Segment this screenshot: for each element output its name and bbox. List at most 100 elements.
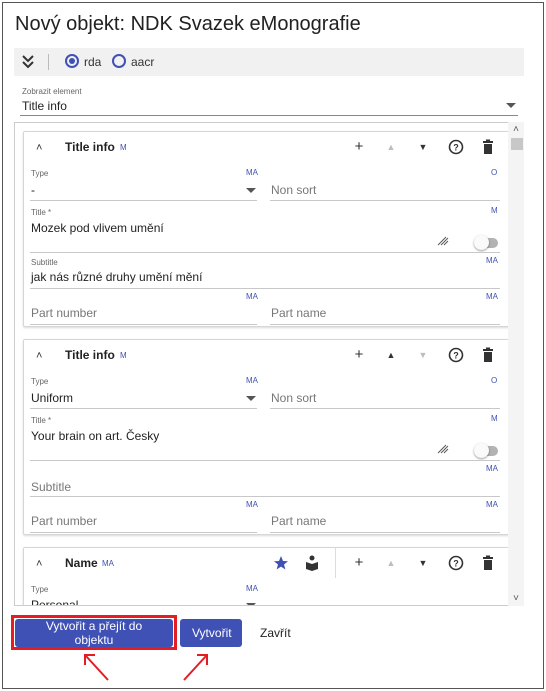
part-number-badge: MA <box>246 500 258 509</box>
title-textarea[interactable]: Mozek pod vlivem umění <box>31 221 164 235</box>
element-select-label: Zobrazit element <box>22 87 82 96</box>
type-badge: MA <box>246 168 258 177</box>
title-toggle[interactable] <box>474 235 498 250</box>
add-icon[interactable]: + <box>351 554 367 572</box>
close-button[interactable]: Zavřít <box>260 626 291 640</box>
type-badge: MA <box>246 376 258 385</box>
title-badge: M <box>491 206 498 215</box>
vertical-scrollbar[interactable]: ˄ ˅ <box>508 122 524 606</box>
type-underline <box>30 408 257 409</box>
card-badge: MA <box>102 559 114 568</box>
type-label: Type <box>31 377 49 386</box>
card-title-info-2: ˄ Title info M + ▲ ▼ ? Type MA Uniform O… <box>23 339 519 535</box>
chevron-up-icon[interactable]: ˄ <box>36 350 42 362</box>
svg-text:?: ? <box>453 143 459 153</box>
type-label: Type <box>31 585 49 594</box>
part-number-badge: MA <box>246 292 258 301</box>
resize-handle-icon[interactable] <box>437 236 449 246</box>
radio-aacr[interactable] <box>112 54 126 68</box>
non-sort-input[interactable]: Non sort <box>271 391 316 405</box>
scroll-thumb[interactable] <box>511 138 523 150</box>
help-icon[interactable]: ? <box>448 554 464 572</box>
type-underline <box>30 200 257 201</box>
subtitle-input[interactable]: jak nás různé druhy umění mění <box>31 270 202 284</box>
move-down-icon[interactable]: ▼ <box>415 138 431 156</box>
help-icon[interactable]: ? <box>448 138 464 156</box>
part-number-input[interactable]: Part number <box>31 306 97 320</box>
add-icon[interactable]: + <box>351 138 367 156</box>
title-toggle[interactable] <box>474 443 498 458</box>
reader-icon[interactable] <box>304 554 320 572</box>
title-textarea[interactable]: Your brain on art. Česky <box>31 429 159 443</box>
header-divider <box>335 548 336 578</box>
type-select[interactable]: - <box>31 183 35 197</box>
delete-icon[interactable] <box>480 346 496 364</box>
create-button[interactable]: Vytvořit <box>180 619 242 647</box>
card-name: ˄ Name MA + ▲ ▼ ? Type MA Personal <box>23 547 519 605</box>
part-name-input[interactable]: Part name <box>271 306 326 320</box>
delete-icon[interactable] <box>480 554 496 572</box>
radio-rda-label[interactable]: rda <box>84 55 101 69</box>
part-number-input[interactable]: Part number <box>31 514 97 528</box>
part-name-input[interactable]: Part name <box>271 514 326 528</box>
chevron-up-icon[interactable]: ˄ <box>36 142 42 154</box>
part-number-underline <box>30 532 257 533</box>
annotation-arrow-left <box>84 654 109 681</box>
subtitle-input[interactable]: Subtitle <box>31 480 71 494</box>
element-select[interactable]: Title info <box>22 99 67 113</box>
radio-rda[interactable] <box>65 54 79 68</box>
chevron-down-icon[interactable] <box>246 188 256 193</box>
help-icon[interactable]: ? <box>448 346 464 364</box>
card-title: Title info <box>65 348 115 362</box>
title-label: Title * <box>31 416 52 425</box>
scroll-up-icon[interactable]: ˄ <box>511 125 521 135</box>
element-select-underline <box>20 115 518 116</box>
card-badge: M <box>120 143 127 152</box>
non-sort-badge: O <box>491 376 498 385</box>
type-select[interactable]: Personal <box>31 598 78 605</box>
type-badge: MA <box>246 584 258 593</box>
chevron-down-icon[interactable] <box>246 396 256 401</box>
card-title: Title info <box>65 140 115 154</box>
chevron-down-icon[interactable] <box>506 103 516 108</box>
part-number-underline <box>30 324 257 325</box>
subtitle-badge: MA <box>486 464 498 473</box>
title-label: Title * <box>31 208 52 217</box>
radio-aacr-label[interactable]: aacr <box>131 55 154 69</box>
card-badge: M <box>120 351 127 360</box>
part-name-badge: MA <box>486 500 498 509</box>
part-name-badge: MA <box>486 292 498 301</box>
toolbar: rda aacr <box>14 48 524 76</box>
move-down-icon[interactable]: ▼ <box>415 554 431 572</box>
title-underline <box>30 252 500 253</box>
expand-all-icon[interactable] <box>20 53 36 71</box>
type-label: Type <box>31 169 49 178</box>
subtitle-label: Subtitle <box>31 258 58 267</box>
delete-icon[interactable] <box>480 138 496 156</box>
card-title: Name <box>65 556 98 570</box>
non-sort-underline <box>270 200 500 201</box>
non-sort-badge: O <box>491 168 498 177</box>
form-scroll-area[interactable]: ˄ Title info M + ▲ ▼ ? Type MA - O Non s… <box>14 122 524 606</box>
create-and-open-button[interactable]: Vytvořit a přejít do objektu <box>15 619 173 647</box>
star-icon[interactable] <box>273 554 289 572</box>
annotation-arrow-right <box>183 654 208 681</box>
chevron-down-icon[interactable] <box>246 603 256 605</box>
scroll-down-icon[interactable]: ˅ <box>511 594 521 604</box>
non-sort-input[interactable]: Non sort <box>271 183 316 197</box>
svg-text:?: ? <box>453 351 459 361</box>
add-icon[interactable]: + <box>351 346 367 364</box>
subtitle-underline <box>30 288 500 289</box>
svg-text:?: ? <box>453 559 459 569</box>
move-up-icon[interactable]: ▲ <box>383 346 399 364</box>
title-badge: M <box>491 414 498 423</box>
part-name-underline <box>270 532 500 533</box>
title-underline <box>30 460 500 461</box>
type-select[interactable]: Uniform <box>31 391 73 405</box>
resize-handle-icon[interactable] <box>437 444 449 454</box>
chevron-up-icon[interactable]: ˄ <box>36 558 42 570</box>
part-name-underline <box>270 324 500 325</box>
non-sort-underline <box>270 408 500 409</box>
dialog-title: Nový objekt: NDK Svazek eMonografie <box>15 13 361 35</box>
move-down-icon: ▼ <box>418 350 428 360</box>
